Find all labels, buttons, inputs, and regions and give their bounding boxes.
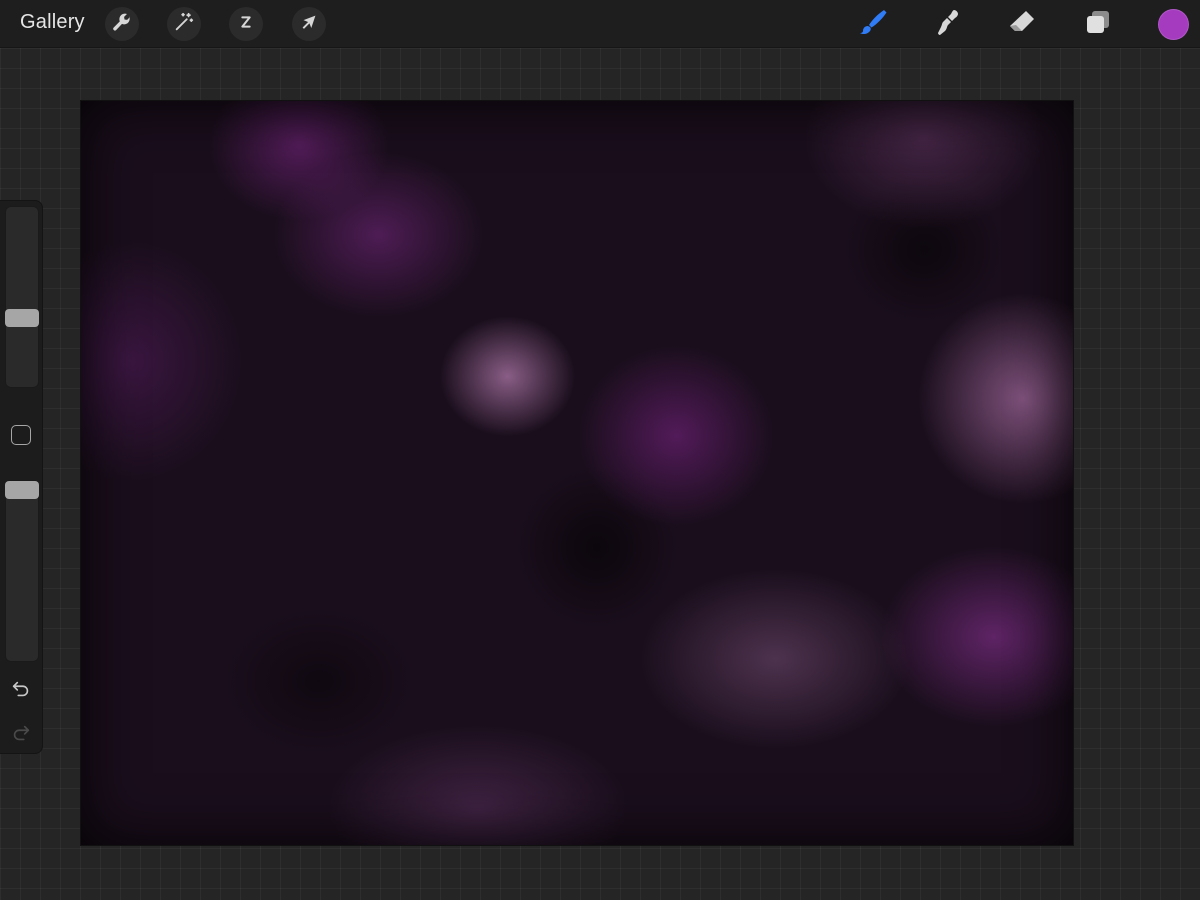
brush-tool-button[interactable] bbox=[856, 8, 888, 40]
color-picker-button[interactable] bbox=[1158, 9, 1189, 40]
actions-button[interactable] bbox=[105, 7, 139, 41]
selection-s-icon bbox=[235, 11, 257, 38]
opacity-slider[interactable] bbox=[5, 480, 39, 662]
eraser-tool-button[interactable] bbox=[1006, 8, 1038, 40]
left-sidebar bbox=[0, 200, 43, 754]
brush-size-slider[interactable] bbox=[5, 206, 39, 388]
smudge-tool-button[interactable] bbox=[931, 8, 963, 40]
transform-button[interactable] bbox=[292, 7, 326, 41]
redo-arrow-icon bbox=[10, 722, 32, 749]
smudge-finger-icon bbox=[932, 7, 962, 42]
layers-button[interactable] bbox=[1082, 8, 1114, 40]
layers-icon bbox=[1083, 7, 1113, 42]
opacity-slider-thumb[interactable] bbox=[5, 481, 39, 499]
brush-icon bbox=[857, 7, 887, 42]
redo-button[interactable] bbox=[9, 723, 33, 747]
brush-size-slider-thumb[interactable] bbox=[5, 309, 39, 327]
undo-button[interactable] bbox=[9, 679, 33, 703]
selection-button[interactable] bbox=[229, 7, 263, 41]
arrow-cursor-icon bbox=[298, 11, 320, 38]
undo-arrow-icon bbox=[10, 678, 32, 705]
adjustments-button[interactable] bbox=[167, 7, 201, 41]
wrench-icon bbox=[111, 11, 133, 38]
gallery-button[interactable]: Gallery bbox=[20, 11, 85, 34]
magic-wand-icon bbox=[173, 11, 195, 38]
eraser-icon bbox=[1007, 7, 1037, 42]
modify-button[interactable] bbox=[11, 425, 31, 445]
top-toolbar: Gallery bbox=[0, 0, 1200, 48]
procreate-app: Gallery bbox=[0, 0, 1200, 900]
drawing-canvas[interactable] bbox=[80, 100, 1074, 846]
